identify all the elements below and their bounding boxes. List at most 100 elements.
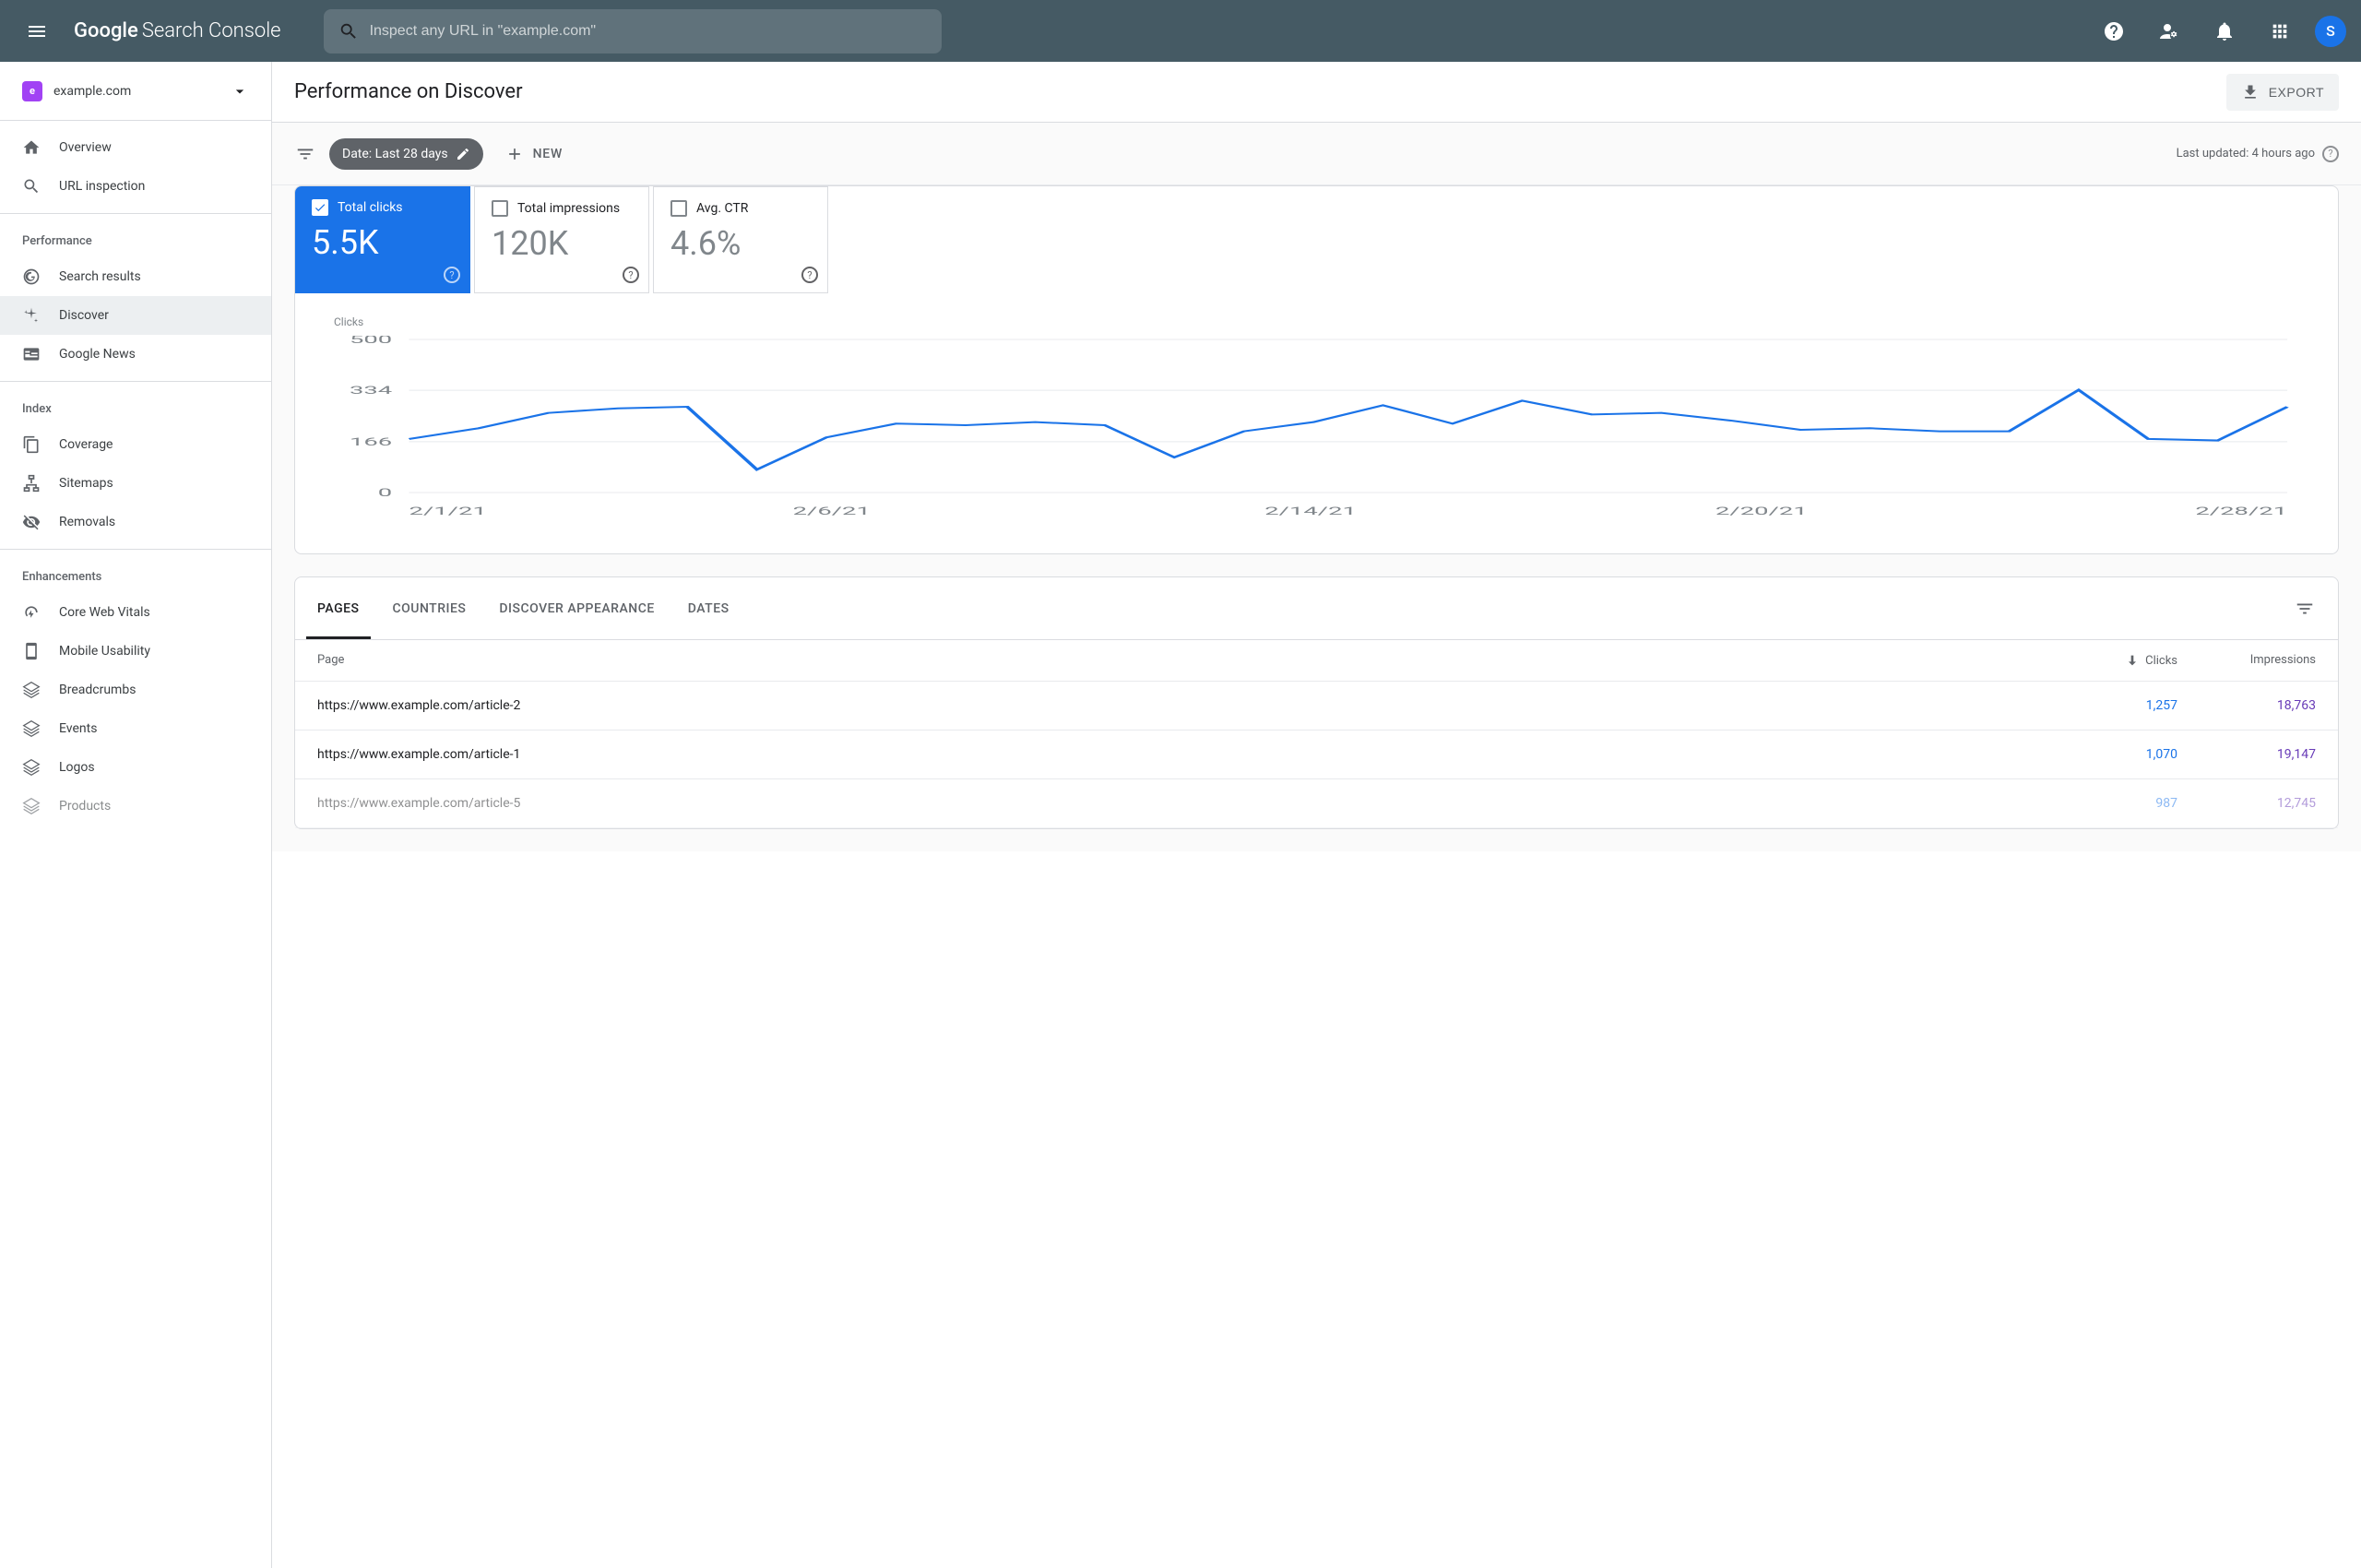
property-name: example.com bbox=[53, 84, 219, 99]
new-label: NEW bbox=[533, 147, 564, 161]
svg-text:2/20/21: 2/20/21 bbox=[1715, 505, 1808, 517]
help-button[interactable] bbox=[2094, 11, 2134, 52]
url-inspect-search[interactable] bbox=[324, 9, 942, 53]
help-icon[interactable]: ? bbox=[801, 267, 818, 283]
cell-impressions: 12,745 bbox=[2177, 796, 2316, 811]
metric-total-clicks[interactable]: Total clicks 5.5K ? bbox=[295, 186, 470, 293]
svg-text:0: 0 bbox=[378, 486, 392, 499]
logo-search-console: Search Console bbox=[142, 19, 281, 42]
app-header: Google Search Console S bbox=[0, 0, 2361, 62]
nav-heading-performance: Performance bbox=[0, 221, 271, 257]
chart-y-axis-label: Clicks bbox=[334, 315, 2308, 328]
nav-overview[interactable]: Overview bbox=[0, 128, 271, 167]
property-selector[interactable]: e example.com bbox=[0, 62, 271, 121]
results-table-card: PAGES COUNTRIES DISCOVER APPEARANCE DATE… bbox=[294, 576, 2339, 829]
edit-icon bbox=[456, 147, 470, 161]
help-icon[interactable]: ? bbox=[444, 267, 460, 283]
table-row[interactable]: https://www.example.com/article-2 1,257 … bbox=[295, 682, 2338, 731]
metric-selector-row: Total clicks 5.5K ? Total impressions 12… bbox=[295, 186, 2338, 293]
svg-text:166: 166 bbox=[350, 435, 392, 448]
nav-mobile-usability[interactable]: Mobile Usability bbox=[0, 632, 271, 671]
visibility-off-icon bbox=[22, 513, 41, 531]
logo-google: Google bbox=[74, 19, 138, 42]
chart-canvas: 01663345002/1/212/6/212/14/212/20/212/28… bbox=[325, 336, 2308, 520]
table-row[interactable]: https://www.example.com/article-1 1,070 … bbox=[295, 731, 2338, 779]
dropdown-icon bbox=[231, 82, 249, 101]
export-button[interactable]: EXPORT bbox=[2226, 74, 2339, 111]
nav-sitemaps[interactable]: Sitemaps bbox=[0, 464, 271, 503]
last-updated: Last updated: 4 hours ago ? bbox=[2177, 146, 2339, 162]
nav-label: Events bbox=[59, 721, 97, 736]
last-updated-text: Last updated: 4 hours ago bbox=[2177, 147, 2315, 160]
col-header-impressions[interactable]: Impressions bbox=[2177, 653, 2316, 668]
checkbox-checked-icon bbox=[312, 199, 328, 216]
nav-products[interactable]: Products bbox=[0, 787, 271, 826]
news-icon bbox=[22, 345, 41, 363]
nav-url-inspection[interactable]: URL inspection bbox=[0, 167, 271, 206]
apps-button[interactable] bbox=[2260, 11, 2300, 52]
user-settings-button[interactable] bbox=[2149, 11, 2189, 52]
add-filter-button[interactable]: NEW bbox=[496, 139, 573, 169]
tab-countries[interactable]: COUNTRIES bbox=[393, 577, 467, 639]
nav-label: Search results bbox=[59, 269, 141, 284]
help-icon[interactable]: ? bbox=[623, 267, 639, 283]
nav-core-web-vitals[interactable]: Core Web Vitals bbox=[0, 593, 271, 632]
page-header: Performance on Discover EXPORT bbox=[272, 62, 2361, 123]
filter-icon bbox=[2295, 599, 2315, 619]
nav-label: Breadcrumbs bbox=[59, 683, 136, 697]
url-inspect-input[interactable] bbox=[370, 23, 927, 40]
nav-logos[interactable]: Logos bbox=[0, 748, 271, 787]
tab-pages[interactable]: PAGES bbox=[317, 577, 360, 639]
nav-search-results[interactable]: Search results bbox=[0, 257, 271, 296]
menu-button[interactable] bbox=[15, 9, 59, 53]
tab-dates[interactable]: DATES bbox=[688, 577, 730, 639]
nav-removals[interactable]: Removals bbox=[0, 503, 271, 541]
svg-text:500: 500 bbox=[350, 336, 392, 346]
bell-icon bbox=[2213, 20, 2236, 42]
metric-total-impressions[interactable]: Total impressions 120K ? bbox=[474, 186, 649, 293]
cell-impressions: 19,147 bbox=[2177, 747, 2316, 762]
property-favicon: e bbox=[22, 81, 42, 101]
svg-text:334: 334 bbox=[350, 384, 392, 397]
sidebar: e example.com Overview URL inspection Pe… bbox=[0, 62, 272, 1568]
metric-avg-ctr[interactable]: Avg. CTR 4.6% ? bbox=[653, 186, 828, 293]
date-range-chip[interactable]: Date: Last 28 days bbox=[329, 138, 483, 170]
notifications-button[interactable] bbox=[2204, 11, 2245, 52]
filter-bar: Date: Last 28 days NEW Last updated: 4 h… bbox=[272, 123, 2361, 185]
col-header-clicks[interactable]: Clicks bbox=[2058, 653, 2177, 668]
metric-value: 120K bbox=[492, 224, 632, 263]
nav-label: Sitemaps bbox=[59, 476, 113, 491]
nav-label: URL inspection bbox=[59, 179, 145, 194]
table-row[interactable]: https://www.example.com/article-5 987 12… bbox=[295, 779, 2338, 828]
cell-clicks: 1,070 bbox=[2058, 747, 2177, 762]
nav-label: Discover bbox=[59, 308, 109, 323]
mobile-icon bbox=[22, 642, 41, 660]
plus-icon bbox=[505, 145, 524, 163]
account-avatar[interactable]: S bbox=[2315, 16, 2346, 47]
google-g-icon bbox=[22, 267, 41, 286]
nav-coverage[interactable]: Coverage bbox=[0, 425, 271, 464]
tab-discover-appearance[interactable]: DISCOVER APPEARANCE bbox=[499, 577, 654, 639]
search-icon bbox=[22, 177, 41, 196]
main-content: Performance on Discover EXPORT Date: Las… bbox=[272, 62, 2361, 1568]
home-icon bbox=[22, 138, 41, 157]
checkbox-unchecked-icon bbox=[492, 200, 508, 217]
nav-events[interactable]: Events bbox=[0, 709, 271, 748]
help-icon[interactable]: ? bbox=[2322, 146, 2339, 162]
search-icon bbox=[338, 21, 359, 42]
table-filter-button[interactable] bbox=[2294, 598, 2316, 620]
cell-clicks: 987 bbox=[2058, 796, 2177, 811]
page-title: Performance on Discover bbox=[294, 80, 2226, 103]
coverage-icon bbox=[22, 435, 41, 454]
col-header-page[interactable]: Page bbox=[317, 653, 2058, 668]
nav-heading-enhancements: Enhancements bbox=[0, 557, 271, 593]
nav-label: Products bbox=[59, 799, 111, 814]
nav-google-news[interactable]: Google News bbox=[0, 335, 271, 374]
nav-label: Logos bbox=[59, 760, 95, 775]
nav-discover[interactable]: Discover bbox=[0, 296, 271, 335]
help-icon bbox=[2103, 20, 2125, 42]
product-logo: Google Search Console bbox=[74, 19, 281, 42]
filter-list-button[interactable] bbox=[294, 143, 316, 165]
nav-breadcrumbs[interactable]: Breadcrumbs bbox=[0, 671, 271, 709]
download-icon bbox=[2241, 83, 2260, 101]
